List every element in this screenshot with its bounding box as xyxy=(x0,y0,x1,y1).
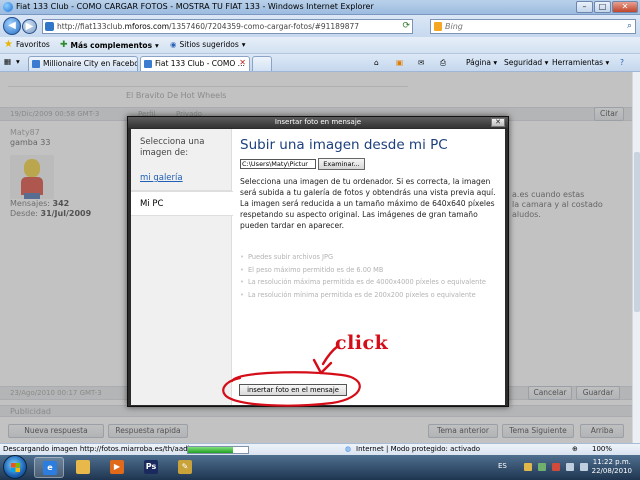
more-addons-link[interactable]: ✚ Más complementos ▾ xyxy=(60,40,159,50)
search-input[interactable] xyxy=(445,21,615,32)
source-sidebar: Selecciona una imagen de: mi galería Mi … xyxy=(131,129,233,405)
page-menu[interactable]: Página ▾ xyxy=(466,58,497,67)
search-icon[interactable]: ⌕ xyxy=(627,21,632,31)
list-item: Puedes subir archivos JPG xyxy=(240,251,502,264)
close-tab-icon[interactable]: ✕ xyxy=(239,58,246,67)
my-pc-tab[interactable]: Mi PC xyxy=(131,191,233,216)
star-icon: ★ xyxy=(4,39,13,50)
taskbar-internet-explorer-button[interactable]: e xyxy=(34,457,64,478)
chevron-down-icon: ▾ xyxy=(241,40,246,49)
clock-time: 11:22 p.m. xyxy=(592,458,631,466)
taskbar-media-player-button[interactable]: ▶ xyxy=(102,457,132,478)
dialog-body: Selecciona una imagen de: mi galería Mi … xyxy=(131,129,505,405)
url-text[interactable]: http://fiat133club.mforos.com/1357460/72… xyxy=(57,22,397,31)
taskbar-folder-button[interactable] xyxy=(68,457,98,478)
suggested-sites-link[interactable]: ◉ Sitios sugeridos ▾ xyxy=(170,40,246,49)
download-progress xyxy=(187,446,249,454)
globe-icon: ◍ xyxy=(345,445,352,453)
safety-menu[interactable]: Seguridad ▾ xyxy=(504,58,548,67)
my-gallery-link[interactable]: mi galería xyxy=(140,173,183,183)
scrollbar-thumb[interactable] xyxy=(634,152,640,312)
mail-icon[interactable]: ✉ xyxy=(418,58,424,67)
window-title: Fiat 133 Club - COMO CARGAR FOTOS - MOST… xyxy=(16,2,374,11)
browse-button[interactable]: Examinar... xyxy=(318,158,365,170)
feeds-icon[interactable]: ▣ xyxy=(396,58,403,67)
system-tray: ES 11:22 p.m. 22/08/2010 xyxy=(494,455,640,480)
upload-description: Selecciona una imagen de tu ordenador. S… xyxy=(240,177,496,230)
upload-rules-list: Puedes subir archivos JPG El peso máximo… xyxy=(240,251,502,301)
facebook-icon xyxy=(32,60,40,68)
status-bar: Descargando imagen http://fotos.miarroba… xyxy=(0,443,640,455)
folder-icon xyxy=(76,460,90,474)
address-bar[interactable]: http://fiat133club.mforos.com/1357460/72… xyxy=(42,19,413,34)
volume-icon[interactable] xyxy=(580,463,588,471)
photoshop-icon: Ps xyxy=(144,460,158,474)
taskbar-photoshop-button[interactable]: Ps xyxy=(136,457,166,478)
tray-flag-icon[interactable] xyxy=(552,463,560,471)
refresh-icon[interactable]: ⟳ xyxy=(402,21,410,31)
taskbar-paint-button[interactable]: ✎ xyxy=(170,457,200,478)
chevron-down-icon: ▾ xyxy=(155,40,159,50)
tools-menu[interactable]: Herramientas ▾ xyxy=(552,58,609,67)
zoom-level[interactable]: 100% xyxy=(592,445,612,453)
favorites-button[interactable]: ★ Favoritos xyxy=(4,39,50,50)
taskbar: e ▶ Ps ✎ ES 11:22 p.m. 22/08/2010 xyxy=(0,455,640,480)
page-icon xyxy=(144,60,152,68)
list-item: La resolución mínima permitida es de 200… xyxy=(240,289,502,302)
list-item: La resolución máxima permitida es de 400… xyxy=(240,276,502,289)
tray-app-icon[interactable] xyxy=(524,463,532,471)
help-icon[interactable]: ? xyxy=(620,58,624,67)
insert-photo-button[interactable]: insertar foto en el mensaje xyxy=(239,384,347,396)
file-path-input[interactable]: C:\Users\Maty\Pictur xyxy=(240,159,316,169)
network-icon[interactable] xyxy=(566,463,574,471)
minimize-button[interactable]: – xyxy=(576,1,593,13)
favorites-bar: ★ Favoritos ✚ Más complementos ▾ ◉ Sitio… xyxy=(0,37,640,54)
download-status: Descargando imagen http://fotos.miarroba… xyxy=(3,445,202,453)
upload-heading: Subir una imagen desde mi PC xyxy=(240,137,448,153)
media-player-icon: ▶ xyxy=(110,460,124,474)
tab-list-icon[interactable]: ▾ xyxy=(16,57,20,66)
upload-panel: Subir una imagen desde mi PC C:\Users\Ma… xyxy=(232,129,505,405)
search-box[interactable]: ⌕ xyxy=(430,19,636,34)
insert-photo-dialog: Insertar foto en mensaje ✕ Selecciona un… xyxy=(127,116,509,407)
suggested-sites-icon: ◉ xyxy=(170,40,177,49)
dialog-title: Insertar foto en mensaje xyxy=(128,117,508,128)
internet-explorer-icon: e xyxy=(43,461,57,475)
tray-app-icon[interactable] xyxy=(538,463,546,471)
maximize-button[interactable]: □ xyxy=(594,1,611,13)
page-scrollbar[interactable] xyxy=(632,72,640,443)
forward-button[interactable]: ▶ xyxy=(22,19,37,34)
tab-millionaire-city[interactable]: Millionaire City en Facebook xyxy=(28,56,138,71)
internet-explorer-icon xyxy=(3,2,13,12)
quick-tabs-icon[interactable]: ▦ xyxy=(4,57,11,66)
back-button[interactable]: ◀ xyxy=(3,17,21,35)
list-item: El peso máximo permitido es de 6.00 MB xyxy=(240,264,502,277)
new-tab-button[interactable] xyxy=(252,56,272,71)
home-icon[interactable]: ⌂ xyxy=(374,58,379,67)
start-button[interactable] xyxy=(3,455,27,479)
address-row: ◀ ▶ http://fiat133club.mforos.com/135746… xyxy=(0,15,640,37)
click-annotation: click xyxy=(335,332,389,354)
windows-logo-icon xyxy=(11,463,20,472)
tab-fiat-133[interactable]: Fiat 133 Club - COMO ... ✕ xyxy=(140,56,250,71)
clock-date: 22/08/2010 xyxy=(591,467,632,475)
clock[interactable]: 11:22 p.m. 22/08/2010 xyxy=(592,458,632,476)
bing-icon xyxy=(434,22,442,31)
zoom-icon: ⊕ xyxy=(572,445,578,453)
language-indicator[interactable]: ES xyxy=(498,462,507,470)
window-controls: – □ ✕ xyxy=(576,1,638,13)
page-icon xyxy=(45,22,54,31)
source-heading: Selecciona una imagen de: xyxy=(140,137,205,158)
add-favorite-icon: ✚ xyxy=(60,40,68,50)
print-icon[interactable]: ⎙ xyxy=(440,58,446,68)
close-window-button[interactable]: ✕ xyxy=(612,1,638,13)
security-zone[interactable]: Internet | Modo protegido: activado xyxy=(356,445,480,453)
tab-bar: ▦ ▾ Millionaire City en Facebook Fiat 13… xyxy=(0,54,640,72)
window-titlebar: Fiat 133 Club - COMO CARGAR FOTOS - MOST… xyxy=(0,0,640,15)
paint-icon: ✎ xyxy=(178,460,192,474)
dialog-close-button[interactable]: ✕ xyxy=(491,118,505,127)
